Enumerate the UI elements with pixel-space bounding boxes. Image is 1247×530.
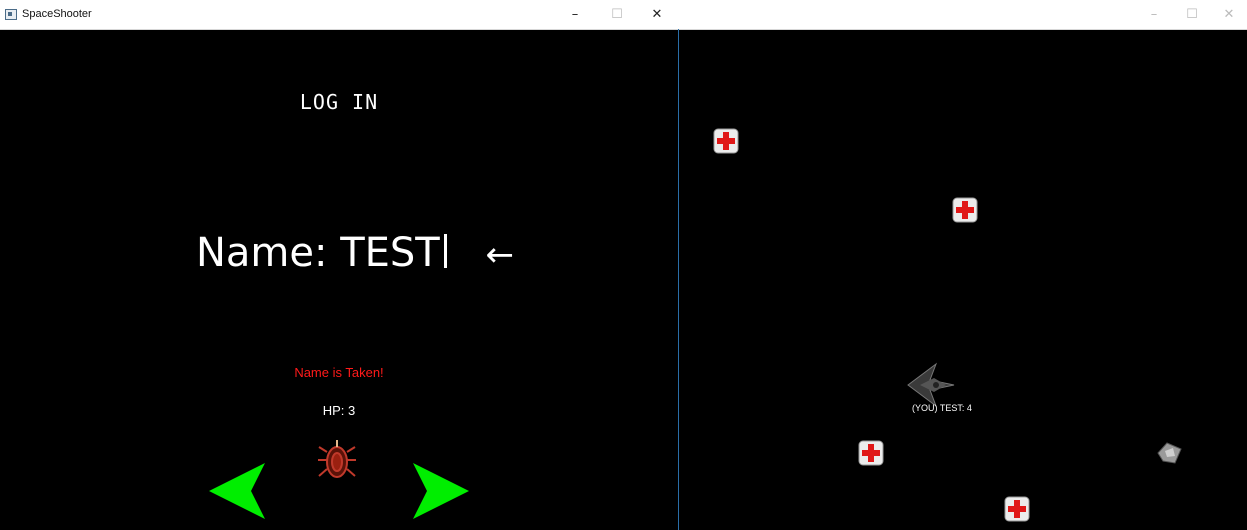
page-title: LOG IN xyxy=(299,90,379,114)
window-title: SpaceShooter xyxy=(22,8,92,20)
medkit-icon xyxy=(713,128,739,154)
text-cursor xyxy=(443,234,447,268)
player-label: (YOU) TEST: 4 xyxy=(912,403,972,413)
ship-preview xyxy=(318,440,356,478)
title-bar[interactable]: – ☐ ✕ xyxy=(679,0,1247,30)
hp-text: HP: 3 xyxy=(322,403,356,418)
green-right-arrow-icon xyxy=(413,463,469,519)
login-screen: LOG IN Name: TEST ← Name is Taken! HP: 3 xyxy=(0,30,678,530)
error-message: Name is Taken! xyxy=(294,365,384,380)
app-icon xyxy=(5,9,17,20)
medkit-icon xyxy=(1004,496,1030,522)
minimize-button[interactable]: – xyxy=(1140,4,1168,26)
backspace-arrow-icon[interactable]: ← xyxy=(485,235,514,275)
title-bar[interactable]: SpaceShooter – ☐ ✕ xyxy=(0,0,678,30)
name-field[interactable]: Name: TEST ← xyxy=(196,230,514,276)
next-ship-button[interactable] xyxy=(413,463,469,519)
name-value[interactable]: TEST xyxy=(340,230,440,276)
close-button[interactable]: ✕ xyxy=(643,4,671,26)
red-ship-icon xyxy=(318,440,356,478)
close-button[interactable]: ✕ xyxy=(1215,4,1243,26)
minimize-button[interactable]: – xyxy=(561,4,589,26)
green-left-arrow-icon xyxy=(209,463,265,519)
login-window: SpaceShooter – ☐ ✕ LOG IN Name: TEST ← N… xyxy=(0,0,678,530)
previous-ship-button[interactable] xyxy=(209,463,265,519)
maximize-button[interactable]: ☐ xyxy=(1178,4,1206,26)
medkit-icon xyxy=(858,440,884,466)
medkit-icon xyxy=(952,197,978,223)
maximize-button[interactable]: ☐ xyxy=(603,4,631,26)
debris-icon xyxy=(1157,442,1182,464)
name-label: Name: xyxy=(196,230,328,276)
